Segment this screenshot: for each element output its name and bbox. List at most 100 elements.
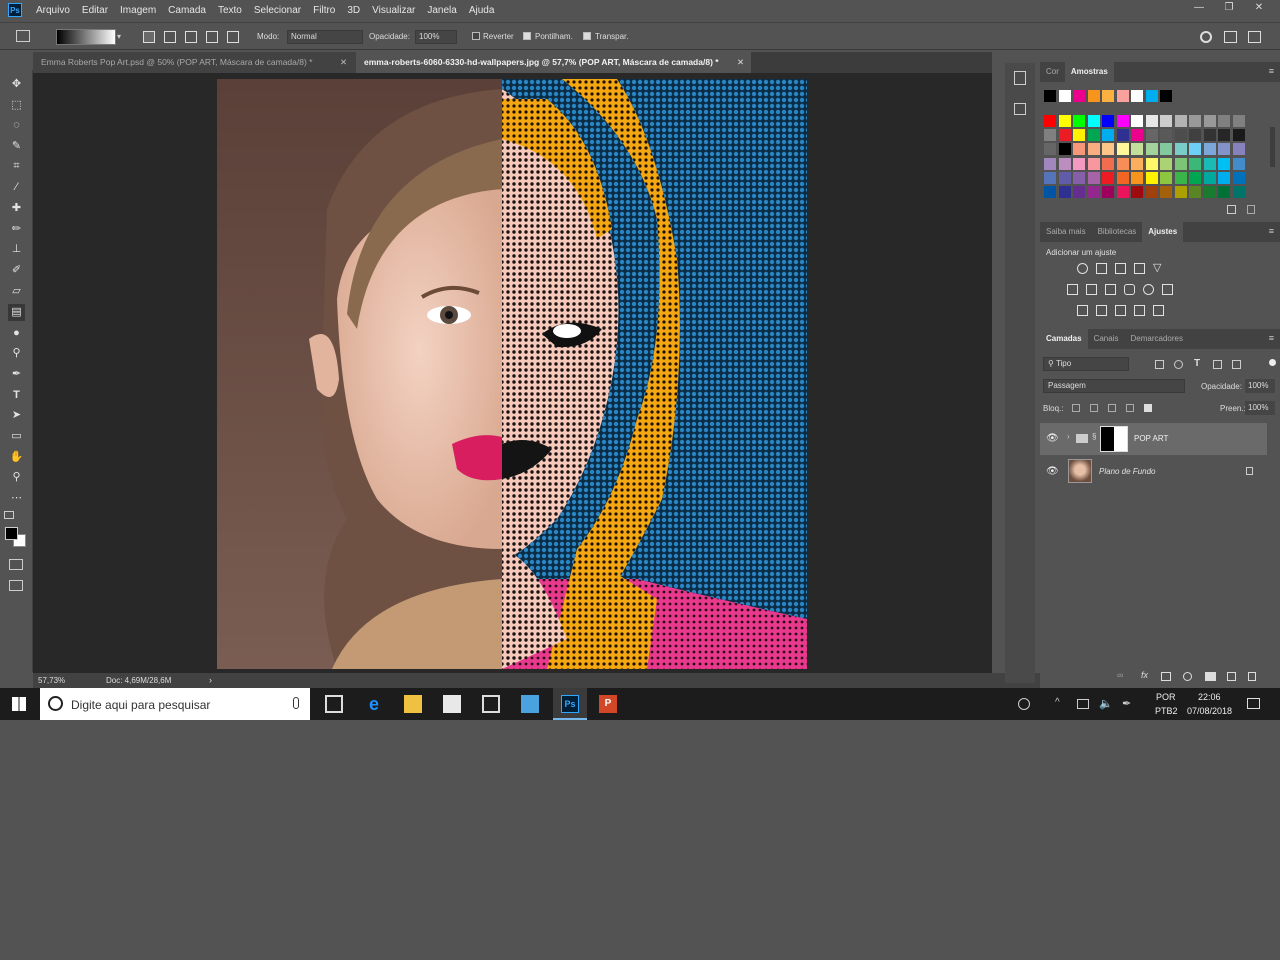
color-swatch[interactable]	[1073, 129, 1085, 141]
more-tools-icon[interactable]: ⋯	[8, 490, 25, 507]
chevron-up-icon[interactable]: ^	[1055, 697, 1060, 708]
color-swatch[interactable]	[1116, 158, 1129, 170]
properties-panel-icon[interactable]	[1014, 103, 1026, 115]
color-swatch[interactable]	[1087, 129, 1100, 141]
color-swatch[interactable]	[1145, 186, 1158, 198]
maximize-button[interactable]: ❐	[1216, 2, 1242, 18]
screen-mode-icon[interactable]	[9, 580, 23, 591]
color-swatch[interactable]	[1174, 129, 1187, 141]
eyedropper-tool-icon[interactable]: ⁄	[8, 179, 25, 196]
layer-thumbnail[interactable]	[1068, 459, 1092, 483]
color-swatch[interactable]	[1102, 158, 1114, 170]
color-swatch[interactable]	[1131, 186, 1143, 198]
color-swatch[interactable]	[1044, 143, 1056, 155]
stamp-tool-icon[interactable]: ⊥	[8, 241, 25, 258]
new-group-icon[interactable]	[1205, 672, 1216, 681]
lock-position-icon[interactable]	[1108, 404, 1116, 412]
history-brush-tool-icon[interactable]: ✐	[8, 262, 25, 279]
search-icon[interactable]	[1200, 31, 1212, 43]
color-swatch[interactable]	[1102, 90, 1114, 102]
color-swatch[interactable]	[1116, 172, 1129, 184]
color-balance-icon[interactable]	[1086, 284, 1097, 295]
color-swatch[interactable]	[1073, 172, 1085, 184]
status-menu-arrow[interactable]: ›	[209, 675, 212, 685]
photoshop-taskbar-button[interactable]: Ps	[553, 688, 587, 720]
layer-mask-thumbnail[interactable]	[1100, 426, 1128, 452]
color-swatch[interactable]	[1189, 115, 1201, 127]
history-panel-icon[interactable]	[1014, 71, 1026, 85]
filter-smart-icon[interactable]	[1232, 360, 1241, 369]
color-swatch[interactable]	[1160, 129, 1172, 141]
color-swatch[interactable]	[1218, 158, 1230, 170]
layer-row-background[interactable]: 👁 Plano de Fundo	[1040, 456, 1267, 488]
layer-opacity-input[interactable]: 100%	[1245, 379, 1275, 393]
crop-tool-icon[interactable]: ⌗	[8, 158, 25, 175]
selective-color-icon[interactable]	[1134, 305, 1145, 316]
input-language[interactable]: POR	[1156, 692, 1176, 702]
brightness-icon[interactable]	[1077, 263, 1088, 274]
gradient-map-icon[interactable]	[1153, 305, 1164, 316]
color-swatch[interactable]	[1087, 172, 1100, 184]
hand-tool-icon[interactable]: ✋	[8, 449, 25, 466]
blur-tool-icon[interactable]: ●	[8, 325, 25, 342]
color-swatch[interactable]	[1102, 115, 1114, 127]
tab-saiba-mais[interactable]: Saiba mais	[1040, 222, 1092, 242]
workspace-icon[interactable]	[1224, 31, 1237, 43]
color-swatch[interactable]	[1218, 129, 1230, 141]
layer-name[interactable]: Plano de Fundo	[1099, 467, 1156, 476]
menu-editar[interactable]: Editar	[76, 5, 114, 16]
menu-janela[interactable]: Janela	[421, 5, 462, 16]
tab-close-icon[interactable]: ✕	[340, 57, 347, 68]
color-swatch[interactable]	[1189, 129, 1201, 141]
add-mask-icon[interactable]	[1161, 672, 1171, 681]
lock-transparent-icon[interactable]	[1072, 404, 1080, 412]
color-swatch[interactable]	[1145, 129, 1158, 141]
remote-desktop-icon[interactable]	[521, 695, 539, 713]
black-white-icon[interactable]	[1105, 284, 1116, 295]
layer-style-icon[interactable]: fx	[1141, 670, 1148, 680]
color-swatch[interactable]	[1116, 115, 1129, 127]
chevron-down-icon[interactable]: ▾	[117, 29, 125, 45]
layer-filter-select[interactable]: ⚲ Tipo	[1043, 357, 1129, 371]
fill-input[interactable]: 100%	[1245, 401, 1275, 415]
color-swatch[interactable]	[1058, 129, 1071, 141]
levels-icon[interactable]	[1096, 263, 1107, 274]
color-swatch[interactable]	[1145, 172, 1158, 184]
mail-icon[interactable]	[482, 695, 500, 713]
link-layers-icon[interactable]: ∞	[1117, 670, 1123, 680]
filter-type-icon[interactable]: T	[1194, 358, 1200, 369]
menu-camada[interactable]: Camada	[162, 5, 212, 16]
document-canvas[interactable]	[217, 79, 807, 669]
color-swatch[interactable]	[1218, 115, 1230, 127]
reverse-checkbox[interactable]	[472, 32, 480, 40]
color-swatch[interactable]	[1058, 115, 1071, 127]
invert-icon[interactable]	[1077, 305, 1088, 316]
color-swatch[interactable]	[1174, 158, 1187, 170]
color-swatch[interactable]	[1145, 90, 1158, 102]
layer-name[interactable]: POP ART	[1134, 434, 1168, 443]
menu-selecionar[interactable]: Selecionar	[248, 5, 307, 16]
color-swatch[interactable]	[1160, 186, 1172, 198]
color-swatch[interactable]	[1087, 90, 1100, 102]
dodge-tool-icon[interactable]: ⚲	[8, 345, 25, 362]
tab-bibliotecas[interactable]: Bibliotecas	[1092, 222, 1143, 242]
tab-camadas[interactable]: Camadas	[1040, 329, 1088, 349]
menu-visualizar[interactable]: Visualizar	[366, 5, 421, 16]
curves-icon[interactable]	[1115, 263, 1126, 274]
windows-start-icon[interactable]	[12, 697, 26, 711]
angle-gradient-icon[interactable]	[185, 31, 197, 43]
color-swatch[interactable]	[1203, 129, 1216, 141]
new-adjustment-icon[interactable]	[1183, 672, 1192, 681]
rectangle-tool-icon[interactable]: ▭	[8, 428, 25, 445]
color-swatch[interactable]	[1131, 129, 1143, 141]
opacity-input[interactable]: 100%	[415, 30, 457, 44]
color-lookup-icon[interactable]	[1162, 284, 1173, 295]
color-swatch[interactable]	[1087, 158, 1100, 170]
color-swatch[interactable]	[1044, 158, 1056, 170]
tab-emma-roberts-pop-art[interactable]: Emma Roberts Pop Art.psd @ 50% (POP ART,…	[33, 52, 356, 73]
color-swatch[interactable]	[1116, 186, 1129, 198]
link-icon[interactable]: §	[1092, 432, 1096, 441]
clock-time[interactable]: 22:06	[1198, 692, 1221, 702]
quick-mask-icon[interactable]	[9, 559, 23, 570]
network-icon[interactable]	[1077, 699, 1089, 709]
